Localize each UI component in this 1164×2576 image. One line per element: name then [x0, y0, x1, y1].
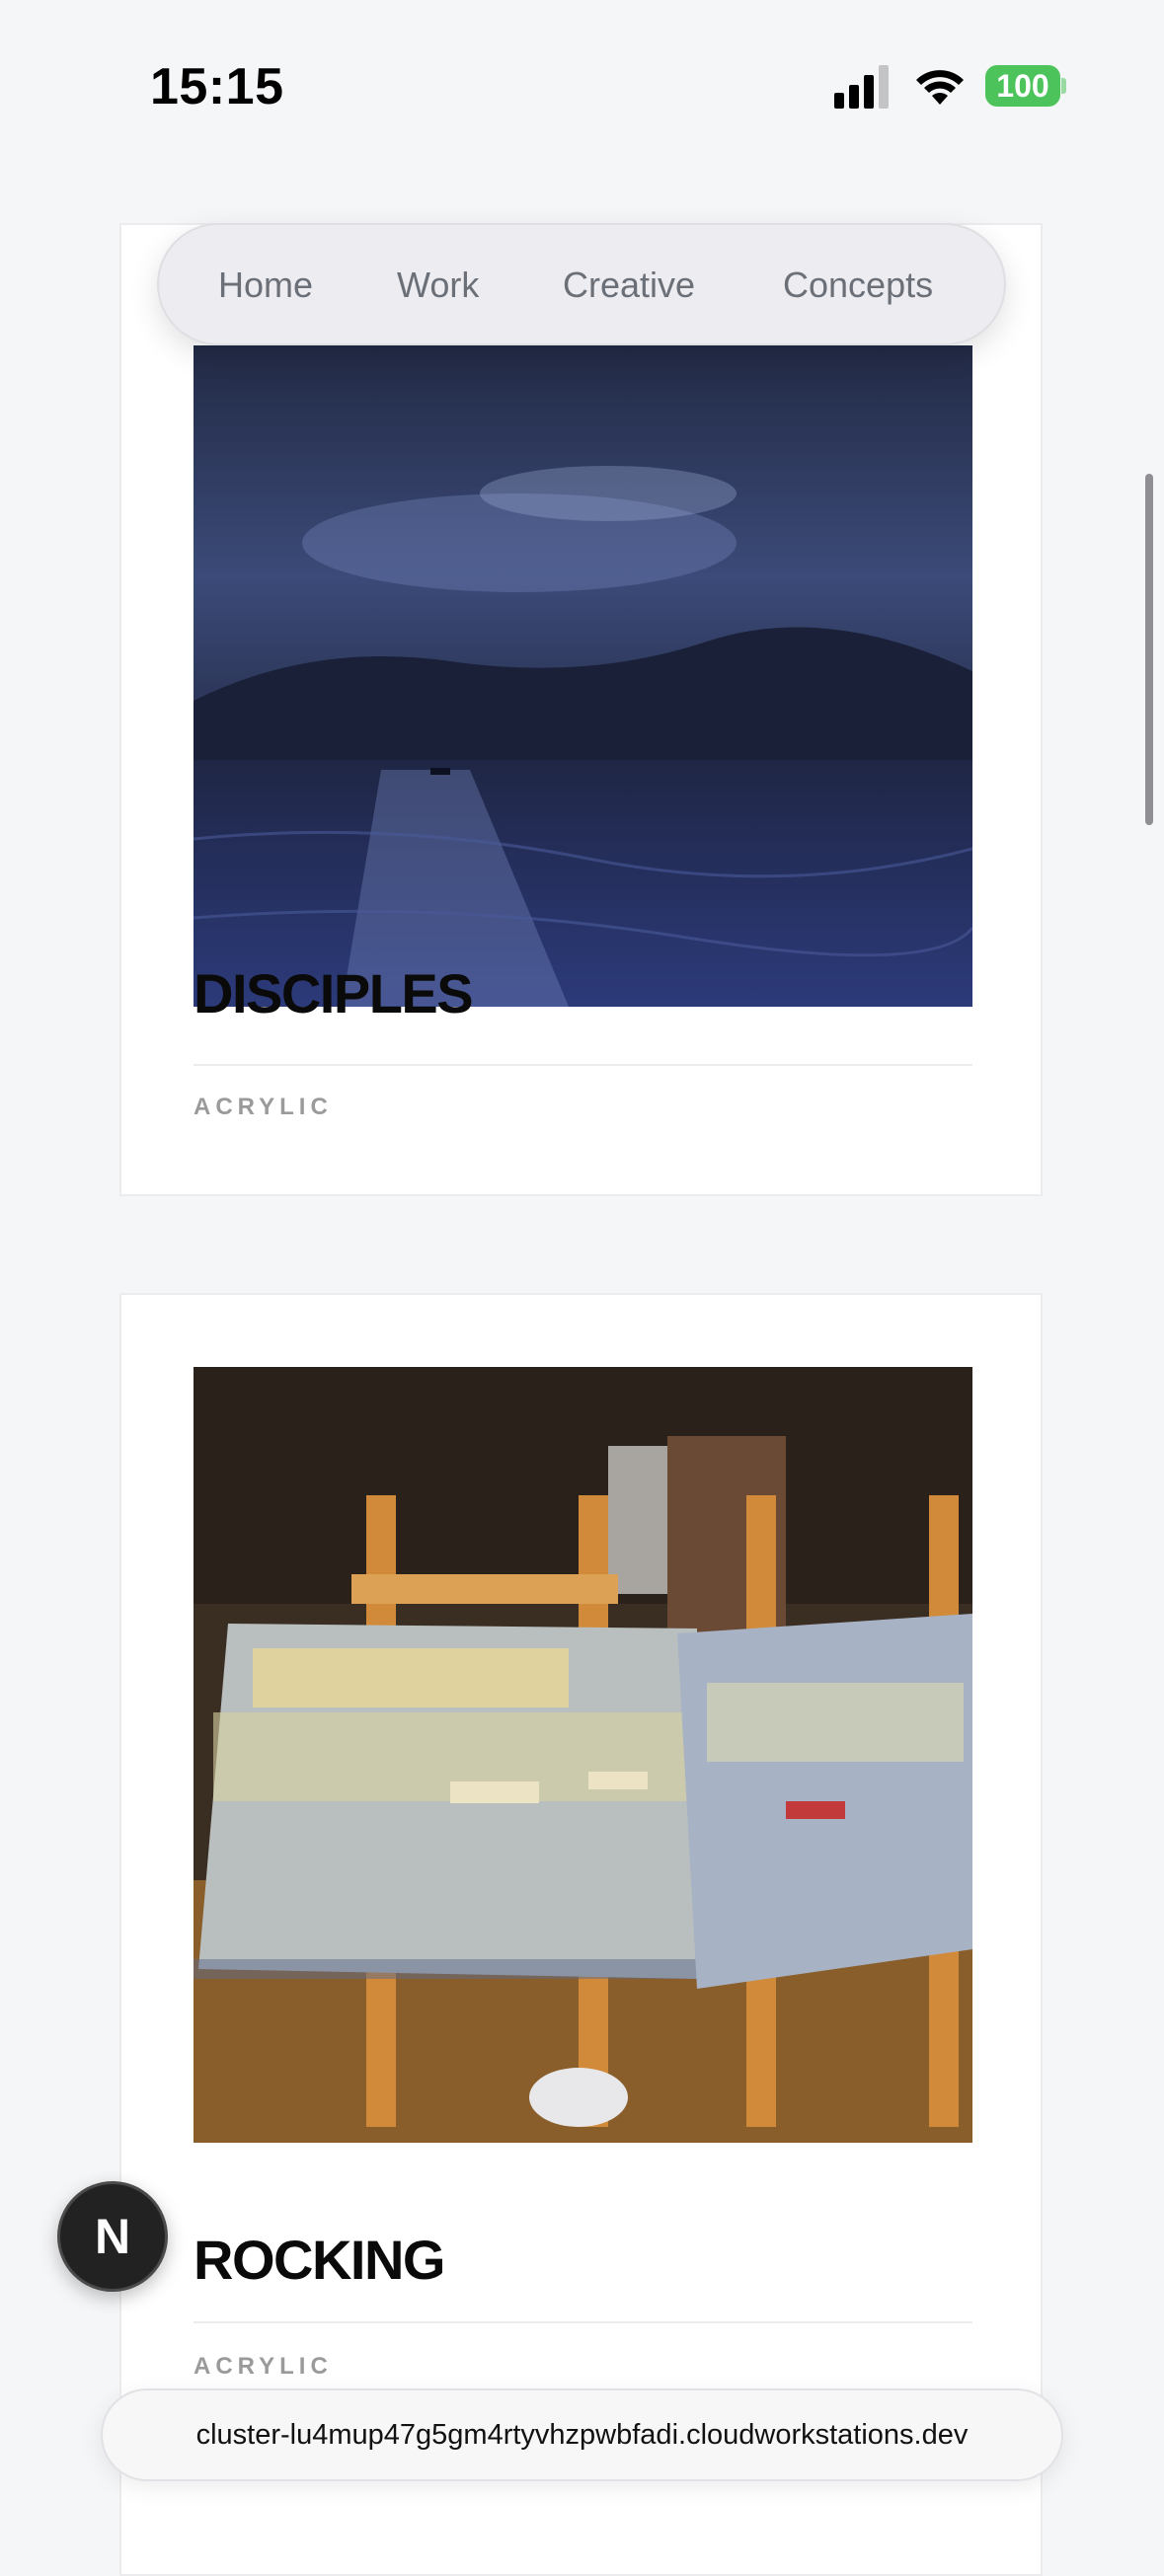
nextjs-logo-icon: N: [94, 2209, 131, 2264]
artwork-medium: ACRYLIC: [194, 1094, 333, 1120]
address-bar[interactable]: cluster-lu4mup47g5gm4rtyvhzpwbfadi.cloud…: [101, 2388, 1063, 2481]
scrollbar[interactable]: [1145, 474, 1153, 825]
divider: [194, 1064, 972, 1066]
battery-level: 100: [996, 68, 1049, 104]
divider: [194, 2321, 972, 2323]
artwork-image[interactable]: [194, 345, 972, 1007]
top-nav: Home Work Creative Concepts: [157, 223, 1006, 345]
cellular-signal-icon: [834, 65, 889, 109]
artwork-card[interactable]: DISCIPLES ACRYLIC: [119, 223, 1043, 1196]
artwork-title: DISCIPLES: [194, 962, 474, 1024]
nav-home[interactable]: Home: [218, 265, 313, 306]
nav-concepts[interactable]: Concepts: [783, 265, 933, 306]
url-text: cluster-lu4mup47g5gm4rtyvhzpwbfadi.cloud…: [195, 2419, 969, 2451]
battery-icon: 100: [985, 65, 1066, 107]
wifi-icon: [916, 70, 964, 105]
nextjs-dev-button[interactable]: N: [57, 2181, 168, 2292]
nav-work[interactable]: Work: [397, 265, 479, 306]
nav-creative[interactable]: Creative: [563, 265, 695, 306]
artwork-card[interactable]: ROCKING ACRYLIC: [119, 1293, 1043, 2576]
status-bar: 15:15 100: [0, 0, 1164, 148]
status-time: 15:15: [150, 58, 284, 115]
artwork-title: ROCKING: [194, 2229, 445, 2291]
artwork-medium: ACRYLIC: [194, 2353, 333, 2380]
artwork-image[interactable]: [194, 1367, 972, 2143]
